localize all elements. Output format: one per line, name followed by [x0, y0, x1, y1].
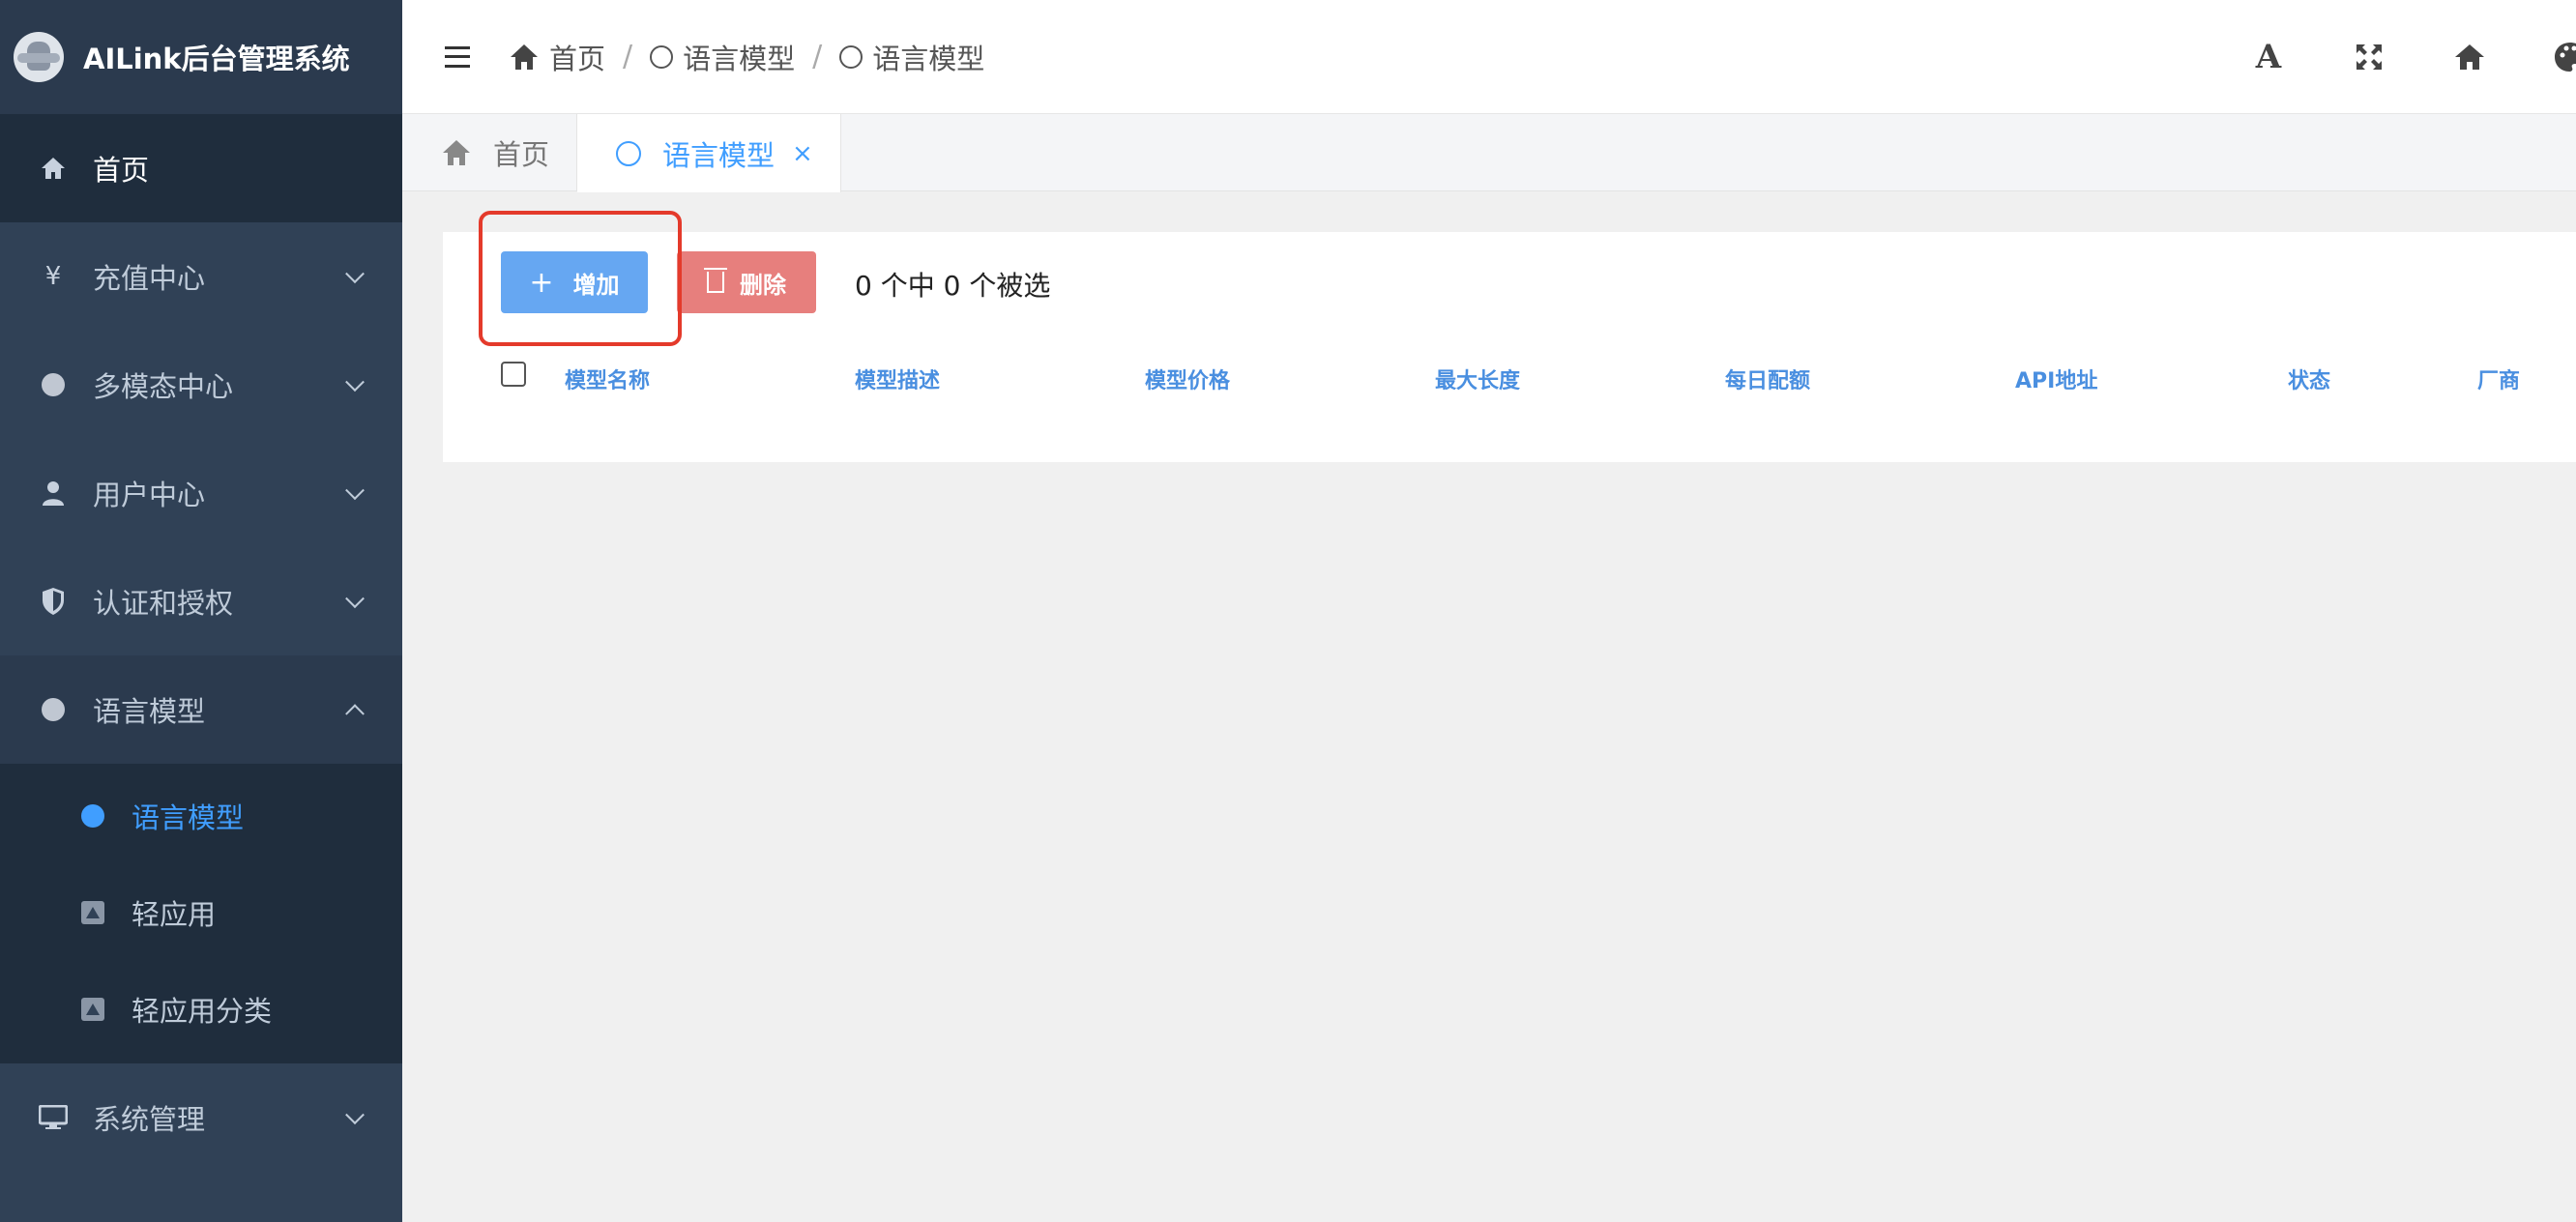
content-card: + 增加 删除 0 个中 0 个被选 模型名称 模型描述 模型价格 最大长度 每… [443, 211, 2576, 462]
sidebar-item-multimodal[interactable]: 多模态中心 [0, 331, 402, 439]
circle-outline-icon [650, 44, 674, 69]
sidebar-item-system[interactable]: 系统管理 [0, 1063, 402, 1172]
submenu-item-label: 语言模型 [132, 801, 245, 834]
sidebar-item-label: 首页 [93, 154, 150, 187]
highlight-annotation-box [479, 211, 682, 346]
circle-icon [39, 695, 68, 724]
dot-icon [81, 804, 104, 828]
home-icon [39, 154, 68, 183]
breadcrumb-separator: / [812, 40, 823, 73]
delete-button[interactable]: 删除 [677, 251, 816, 313]
header-tools: A [2249, 0, 2576, 114]
submenu-item-label: 轻应用分类 [132, 995, 273, 1028]
circle-outline-icon [616, 140, 642, 166]
fullscreen-icon[interactable] [2350, 38, 2388, 76]
trash-icon [704, 268, 727, 293]
tag-language-model[interactable]: 语言模型 × [577, 114, 841, 192]
shield-icon [39, 587, 68, 616]
select-all-checkbox[interactable] [501, 362, 526, 387]
home-icon [443, 139, 470, 165]
palette-icon[interactable] [2551, 38, 2576, 76]
tag-active-label: 语言模型 [662, 138, 776, 172]
tags-view: 首页 语言模型 × [402, 114, 2576, 192]
logo-icon [14, 32, 64, 82]
column-header[interactable]: 状态 [2288, 364, 2330, 394]
breadcrumb-level2: 语言模型 [839, 37, 984, 77]
app-logo[interactable]: AILink后台管理系统 [0, 0, 402, 114]
table-header: 模型名称 模型描述 模型价格 最大长度 每日配额 API地址 状态 厂商 [443, 356, 2576, 404]
breadcrumb-home[interactable]: 首页 [509, 37, 605, 77]
column-header[interactable]: 厂商 [2477, 364, 2520, 394]
app-icon [81, 901, 104, 924]
sidebar-item-language-model[interactable]: 语言模型 [0, 655, 402, 764]
breadcrumb-level1-label: 语言模型 [683, 42, 796, 75]
font-size-icon[interactable]: A [2249, 38, 2288, 76]
breadcrumb-home-label: 首页 [549, 42, 606, 75]
app-icon [81, 998, 104, 1021]
close-icon[interactable]: × [792, 139, 813, 168]
selection-count: 0 个中 0 个被选 [855, 270, 1051, 302]
tag-home[interactable]: 首页 [402, 114, 578, 190]
submenu-item-light-app[interactable]: 轻应用 [0, 864, 402, 961]
breadcrumb-level2-label: 语言模型 [872, 42, 985, 75]
sidebar-item-home[interactable]: 首页 [0, 114, 402, 222]
hamburger-menu-icon[interactable] [445, 45, 470, 68]
column-header[interactable]: 每日配额 [1725, 364, 1810, 394]
circle-icon [39, 370, 68, 399]
delete-button-label: 删除 [740, 271, 786, 299]
column-header[interactable]: 模型名称 [565, 364, 650, 394]
column-header[interactable]: 最大长度 [1435, 364, 1520, 394]
breadcrumb-level1[interactable]: 语言模型 [650, 37, 795, 77]
tag-home-label: 首页 [493, 137, 550, 171]
monitor-icon [39, 1103, 68, 1132]
submenu-item-light-app-category[interactable]: 轻应用分类 [0, 961, 402, 1058]
yen-icon: ¥ [44, 262, 62, 291]
breadcrumb: 首页 / 语言模型 / 语言模型 [509, 37, 984, 77]
circle-outline-icon [839, 44, 864, 69]
column-header[interactable]: 模型价格 [1145, 364, 1230, 394]
user-icon [39, 479, 68, 508]
column-header[interactable]: API地址 [2015, 364, 2097, 394]
home-icon [511, 44, 538, 70]
column-header[interactable]: 模型描述 [855, 364, 940, 394]
submenu-item-label: 轻应用 [132, 898, 217, 931]
home-icon[interactable] [2450, 38, 2489, 76]
sidebar: AILink后台管理系统 首页 ¥ 充值中心 多模态中心 用户中心 认证和授权 … [0, 0, 402, 1222]
top-navbar: 首页 / 语言模型 / 语言模型 A [402, 0, 2576, 114]
sidebar-item-users[interactable]: 用户中心 [0, 439, 402, 547]
sidebar-item-auth[interactable]: 认证和授权 [0, 547, 402, 655]
breadcrumb-separator: / [623, 40, 633, 73]
submenu-language-model: 语言模型 轻应用 轻应用分类 [0, 764, 402, 1063]
app-title: AILink后台管理系统 [83, 43, 350, 75]
sidebar-item-recharge[interactable]: ¥ 充值中心 [0, 222, 402, 331]
submenu-item-language-model[interactable]: 语言模型 [0, 768, 402, 864]
